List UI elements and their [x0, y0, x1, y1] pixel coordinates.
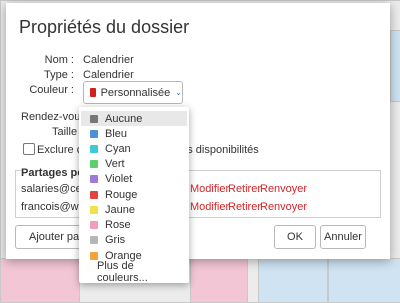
color-menu-item-cyan[interactable]: Cyan [81, 141, 187, 156]
calendar-event[interactable] [0, 258, 80, 303]
share-resend-link[interactable]: Renvoyer [260, 201, 307, 213]
color-swatch-icon [90, 205, 98, 214]
folder-properties-dialog: Propriétés du dossier Nom : Calendrier T… [6, 3, 390, 259]
color-menu: Aucune Bleu Cyan Vert Violet Rouge Jaune… [79, 107, 189, 284]
calendar-event[interactable] [258, 258, 328, 303]
color-menu-item-label: Rouge [105, 188, 138, 201]
color-menu-item-label: Vert [105, 157, 125, 170]
color-menu-item-label: Bleu [105, 127, 128, 140]
color-menu-item-label: Aucune [105, 112, 143, 125]
couleur-label: Couleur : [29, 84, 74, 96]
nom-value: Calendrier [83, 54, 134, 66]
chevron-down-icon: ⌄ [175, 88, 182, 97]
color-menu-item-label: Cyan [105, 142, 131, 155]
calendar-event[interactable] [390, 30, 400, 102]
color-menu-item-jaune[interactable]: Jaune [81, 202, 187, 217]
exclude-checkbox[interactable] [23, 143, 35, 155]
color-menu-item-vert[interactable]: Vert [81, 156, 187, 171]
color-swatch-icon [90, 235, 98, 244]
color-menu-item-rose[interactable]: Rose [81, 217, 187, 232]
calendar-event[interactable] [328, 258, 400, 303]
color-swatch-icon [90, 251, 98, 260]
color-dropdown-value: Personnalisée [100, 86, 171, 99]
color-swatch-icon [90, 114, 98, 123]
color-swatch-icon [90, 174, 98, 183]
color-menu-item-label: Violet [105, 172, 133, 185]
color-menu-item-aucune[interactable]: Aucune [81, 111, 187, 126]
color-swatch-icon [90, 220, 98, 229]
color-swatch-icon [90, 159, 98, 168]
color-dropdown-button[interactable]: Personnalisée ⌄ [83, 81, 183, 104]
more-colors-menu-item[interactable]: Plus de couleurs... [81, 260, 187, 284]
calendar-icon [90, 88, 96, 97]
nom-label: Nom : [44, 54, 74, 66]
share-modify-link[interactable]: Modifier [190, 201, 229, 213]
cancel-button[interactable]: Annuler [320, 225, 366, 249]
color-swatch-icon [90, 190, 98, 199]
ok-button[interactable]: OK [274, 225, 316, 249]
color-menu-item-label: Gris [105, 233, 126, 246]
calendar-event[interactable] [190, 258, 248, 303]
dialog-title: Propriétés du dossier [19, 17, 190, 37]
color-menu-item-gris[interactable]: Gris [81, 232, 187, 247]
share-remove-link[interactable]: Retirer [228, 183, 261, 195]
color-menu-item-label: Rose [105, 218, 131, 231]
color-menu-item-bleu[interactable]: Bleu [81, 126, 187, 141]
color-swatch-icon [90, 144, 98, 153]
share-modify-link[interactable]: Modifier [190, 183, 229, 195]
color-menu-item-violet[interactable]: Violet [81, 171, 187, 186]
type-value: Calendrier [83, 69, 134, 81]
share-remove-link[interactable]: Retirer [228, 201, 261, 213]
color-menu-item-rouge[interactable]: Rouge [81, 187, 187, 202]
share-resend-link[interactable]: Renvoyer [260, 183, 307, 195]
type-label: Type : [44, 69, 74, 81]
color-swatch-icon [90, 129, 98, 138]
color-menu-item-label: Jaune [105, 203, 135, 216]
